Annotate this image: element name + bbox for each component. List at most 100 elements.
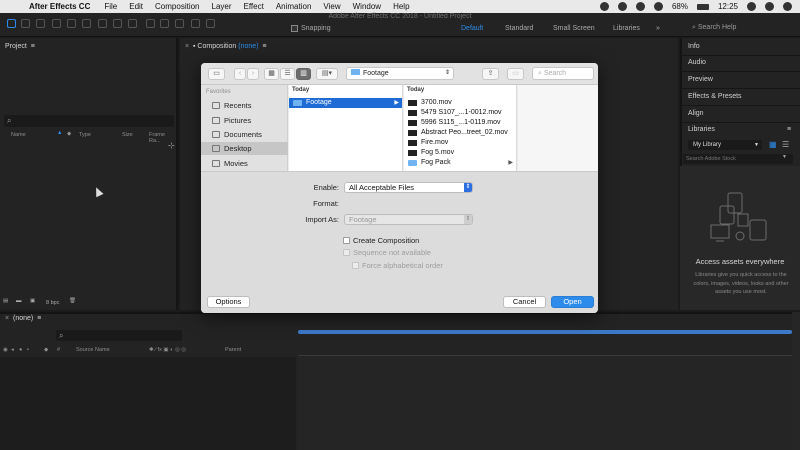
close-timeline-icon[interactable]: ×: [5, 315, 9, 322]
layer-list[interactable]: [0, 357, 296, 450]
icon-view-icon[interactable]: ▦: [264, 68, 279, 80]
menu-list-icon[interactable]: [783, 2, 792, 11]
libraries-menu-icon[interactable]: ≡: [787, 126, 791, 133]
snapping-checkbox[interactable]: [291, 25, 298, 32]
audio-icon[interactable]: ◂: [11, 347, 14, 353]
sidebar-item-movies[interactable]: Movies: [201, 157, 288, 170]
type-tool-icon[interactable]: [128, 19, 137, 28]
spotlight-icon[interactable]: [747, 2, 756, 11]
rotate-tool-icon[interactable]: [52, 19, 61, 28]
project-panel-header[interactable]: Project ≡: [0, 38, 176, 54]
comp-panel-menu-icon[interactable]: ≡: [262, 43, 266, 50]
lock-icon[interactable]: ▪: [27, 347, 29, 353]
forward-button[interactable]: ›: [247, 68, 259, 80]
composition-panel-header[interactable]: × ▪ Composition (none) ≡: [180, 38, 678, 54]
timeline-tab[interactable]: × (none) ≡: [5, 315, 41, 322]
open-button[interactable]: Open: [551, 296, 594, 308]
search-scope-icon[interactable]: ▼: [782, 154, 787, 160]
sync-icon[interactable]: [617, 2, 627, 11]
back-button[interactable]: ‹: [234, 68, 246, 80]
tag-icon[interactable]: ▭: [507, 68, 524, 80]
eraser-tool-icon[interactable]: [175, 19, 184, 28]
wifi-icon[interactable]: [635, 2, 645, 11]
menu-animation[interactable]: Animation: [276, 2, 312, 11]
sort-icon[interactable]: ▲: [57, 130, 62, 136]
new-folder-icon[interactable]: ▬: [16, 298, 22, 304]
timeline-scrollbar[interactable]: [792, 312, 800, 450]
col-name[interactable]: Name: [11, 132, 26, 138]
workspace-overflow[interactable]: »: [656, 25, 660, 32]
gallery-view-icon[interactable]: ▤▾: [316, 68, 338, 80]
sequence-checkbox[interactable]: [343, 249, 350, 256]
label-icon[interactable]: ◆: [67, 131, 71, 137]
trash-icon[interactable]: 🗑: [69, 298, 76, 304]
col-source-name[interactable]: Source Name: [76, 347, 110, 353]
comp-lock-icon[interactable]: ▪: [193, 43, 195, 50]
list-item[interactable]: Fog Pack ▶: [404, 158, 516, 168]
list-item[interactable]: 5996 S115_...1-0119.mov: [404, 118, 516, 128]
col-parent[interactable]: Parent: [225, 347, 241, 353]
options-button[interactable]: Options: [207, 296, 250, 308]
panel-effects-presets[interactable]: Effects & Presets: [688, 93, 742, 100]
location-popup[interactable]: Footage ⇕: [346, 67, 454, 80]
sidebar-toggle-icon[interactable]: ▭: [208, 68, 225, 80]
selection-tool-icon[interactable]: [7, 19, 16, 28]
panel-preview[interactable]: Preview: [688, 76, 713, 83]
creative-cloud-icon[interactable]: [599, 2, 609, 11]
zoom-tool-icon[interactable]: [36, 19, 45, 28]
help-search-input[interactable]: ⌕ Search Help: [692, 24, 736, 32]
interpret-footage-icon[interactable]: ▤: [3, 298, 8, 304]
list-view-icon[interactable]: ☰: [280, 68, 295, 80]
sidebar-item-desktop[interactable]: Desktop: [201, 142, 288, 155]
battery-percent[interactable]: 68%: [672, 2, 688, 11]
list-item[interactable]: Fog 5.mov: [404, 148, 516, 158]
switches-icon[interactable]: ✱ ⁄ fx ▣ ◐ ◎ ◎: [149, 347, 186, 353]
col-size[interactable]: Size: [122, 132, 133, 138]
library-select[interactable]: My Library ▼: [688, 140, 762, 150]
flowchart-icon[interactable]: ⊹: [168, 141, 175, 150]
grid-view-icon[interactable]: ▦: [769, 140, 777, 149]
menu-edit[interactable]: Edit: [129, 2, 143, 11]
pen-tool-icon[interactable]: [113, 19, 122, 28]
timeline-menu-icon[interactable]: ≡: [37, 315, 41, 322]
rectangle-tool-icon[interactable]: [98, 19, 107, 28]
menu-window[interactable]: Window: [353, 2, 381, 11]
column-view-icon[interactable]: ▥: [296, 68, 311, 80]
bpc-button[interactable]: 8 bpc: [46, 300, 59, 306]
workspace-standard[interactable]: Standard: [505, 25, 533, 32]
timeline-search-input[interactable]: ⌕: [56, 330, 182, 341]
panel-libraries[interactable]: Libraries: [688, 126, 715, 133]
dialog-search-input[interactable]: ⌕ Search: [532, 67, 594, 80]
new-comp-icon[interactable]: ▣: [30, 298, 35, 304]
panel-menu-icon[interactable]: ≡: [31, 43, 35, 50]
timeline-tracks[interactable]: [298, 357, 792, 450]
roto-brush-tool-icon[interactable]: [191, 19, 200, 28]
time-ruler[interactable]: [298, 342, 792, 356]
list-item[interactable]: 3700.mov: [404, 98, 516, 108]
sidebar-item-pictures[interactable]: Pictures: [201, 114, 288, 127]
menu-layer[interactable]: Layer: [212, 2, 232, 11]
col-number[interactable]: #: [57, 347, 60, 353]
list-item[interactable]: Abstract Peo...treet_02.mov: [404, 128, 516, 138]
workspace-default[interactable]: Default: [461, 25, 483, 32]
menu-help[interactable]: Help: [393, 2, 409, 11]
panel-audio[interactable]: Audio: [688, 59, 706, 66]
panel-align[interactable]: Align: [688, 110, 704, 117]
battery-icon[interactable]: [696, 3, 709, 10]
cancel-button[interactable]: Cancel: [503, 296, 546, 308]
menu-file[interactable]: File: [104, 2, 117, 11]
browser-column-3[interactable]: [518, 85, 598, 171]
list-item-footage[interactable]: Footage ▶: [289, 98, 402, 108]
app-menu[interactable]: After Effects CC: [29, 2, 90, 11]
user-icon[interactable]: [765, 2, 774, 11]
list-item[interactable]: Fire.mov: [404, 138, 516, 148]
menu-composition[interactable]: Composition: [155, 2, 199, 11]
hand-tool-icon[interactable]: [21, 19, 30, 28]
list-item[interactable]: 5479 S107_...1-0012.mov: [404, 108, 516, 118]
col-type[interactable]: Type: [79, 132, 91, 138]
panel-info[interactable]: Info: [688, 43, 700, 50]
sidebar-item-documents[interactable]: Documents: [201, 128, 288, 141]
list-view-icon[interactable]: ☰: [782, 140, 789, 149]
composition-name[interactable]: (none): [238, 43, 258, 50]
create-composition-checkbox[interactable]: [343, 237, 350, 244]
